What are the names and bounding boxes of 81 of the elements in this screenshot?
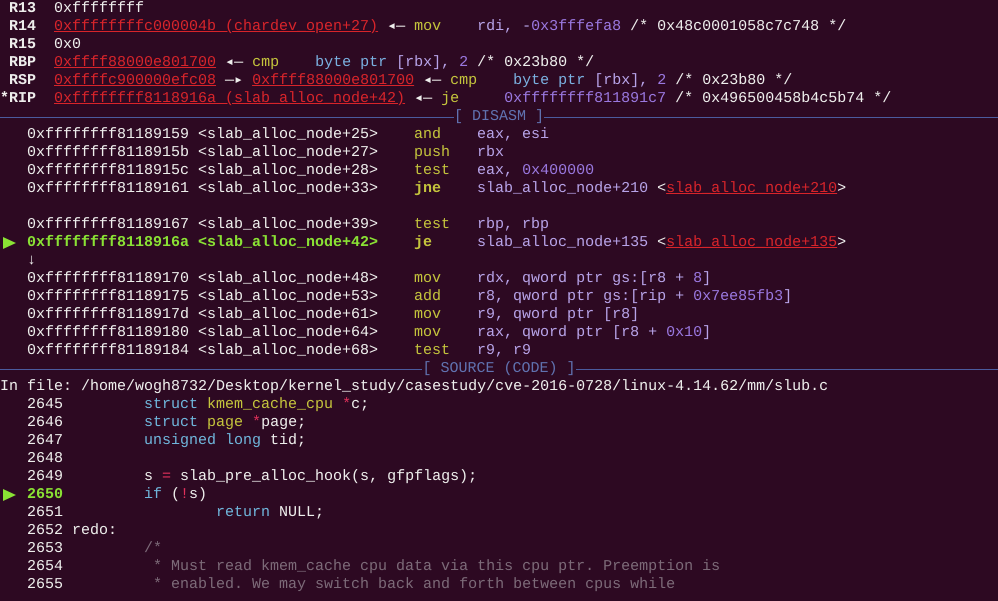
instruction-address: 0xffffffff81189170 — [27, 270, 190, 288]
operands: rax, qword ptr [r8 + 0x10] — [477, 324, 712, 342]
register-value: 0xffff88000e801700 ◂— cmp byte ptr [rbx], 2 /* 0x23b80 */ — [54, 54, 594, 72]
code-line: if (!s) — [143, 486, 208, 504]
operands: slab_alloc_node+135 <slab_alloc_node+135> — [477, 234, 846, 252]
register-value: 0xffffffff — [54, 0, 144, 18]
operands: rdx, qword ptr gs:[r8 + 8] — [477, 270, 712, 288]
register-value: 0xffffffffc000004b (chardev_open+27) ◂— mov rdi, -0x3fffefa8 /* 0x48c0001058c7c748 */ — [54, 18, 846, 36]
instruction-address: 0xffffffff81189180 — [27, 324, 190, 342]
operands: rbx — [477, 144, 504, 162]
symbol-offset: <slab_alloc_node+64> — [198, 324, 380, 342]
operands: eax, 0x400000 — [477, 162, 594, 180]
code-line: s = slab_pre_alloc_hook(s, gfpflags); — [143, 468, 478, 486]
mnemonic: jne — [414, 180, 442, 198]
mnemonic: test — [414, 162, 452, 180]
symbol-offset: <slab_alloc_node+68> — [198, 342, 380, 360]
line-number: 2654 — [27, 558, 63, 576]
symbol-offset: <slab_alloc_node+28> — [198, 162, 380, 180]
mnemonic: and — [414, 126, 442, 144]
file-path: In file: /home/wogh8732/Desktop/kernel_study/casestudy/cve-2016-0728/linux-4.14.62/mm/slub.c — [0, 378, 828, 396]
instruction-address: 0xffffffff8118915b — [27, 144, 190, 162]
mnemonic: mov — [414, 306, 442, 324]
mnemonic: test — [414, 342, 452, 360]
operands: rbp, rbp — [477, 216, 550, 234]
register-value: 0xffffc900000efc08 —▸ 0xffff88000e801700 ◂— cmp byte ptr [rbx], 2 /* 0x23b80 */ — [54, 72, 792, 90]
line-number: 2651 — [27, 504, 63, 522]
mnemonic: je — [414, 234, 434, 252]
symbol-offset: <slab_alloc_node+53> — [198, 288, 380, 306]
code-line: struct kmem_cache_cpu *c; — [143, 396, 370, 414]
line-number: 2648 — [27, 450, 63, 468]
code-line: /* — [143, 540, 162, 558]
symbol-offset: <slab_alloc_node+39> — [198, 216, 380, 234]
register-name: R13 — [8, 0, 36, 18]
code-line: struct page *page; — [143, 414, 306, 432]
instruction-address: 0xffffffff8118916a — [27, 234, 190, 252]
instruction-address: 0xffffffff81189184 — [27, 342, 190, 360]
symbol-offset: <slab_alloc_node+42> — [198, 234, 380, 252]
mnemonic: mov — [414, 270, 442, 288]
register-name: RSP — [8, 72, 36, 90]
operands: eax, esi — [477, 126, 550, 144]
register-value: 0x0 — [54, 36, 82, 54]
instruction-address: 0xffffffff81189175 — [27, 288, 190, 306]
operands: slab_alloc_node+210 <slab_alloc_node+210> — [477, 180, 846, 198]
instruction-address: 0xffffffff8118917d — [27, 306, 190, 324]
register-name: RBP — [8, 54, 36, 72]
section-title: [ DISASM ] — [454, 108, 544, 126]
operands: r9, qword ptr [r8] — [477, 306, 640, 324]
symbol-offset: <slab_alloc_node+25> — [198, 126, 380, 144]
mnemonic: push — [414, 144, 452, 162]
code-line: * enabled. We may switch back and forth between cpus while — [152, 576, 676, 594]
line-number: 2647 — [27, 432, 63, 450]
line-number: 2655 — [27, 576, 63, 594]
instruction-address: 0xffffffff8118915c — [27, 162, 190, 180]
line-number: 2650 — [27, 486, 63, 504]
register-name: *RIP — [0, 90, 36, 108]
instruction-address: 0xffffffff81189159 — [27, 126, 190, 144]
section-title: [ SOURCE (CODE) ] — [422, 360, 576, 378]
symbol-offset: <slab_alloc_node+48> — [198, 270, 380, 288]
line-number: 2653 — [27, 540, 63, 558]
symbol-offset: <slab_alloc_node+61> — [198, 306, 380, 324]
code-line: unsigned long tid; — [143, 432, 306, 450]
line-number: 2645 — [27, 396, 63, 414]
branch-arrow: ↓ — [27, 252, 36, 270]
symbol-offset: <slab_alloc_node+33> — [198, 180, 380, 198]
code-line: * Must read kmem_cache cpu data via this cpu ptr. Preemption is — [152, 558, 720, 576]
code-line: return NULL; — [215, 504, 324, 522]
register-name: R14 — [8, 18, 36, 36]
instruction-address: 0xffffffff81189167 — [27, 216, 190, 234]
line-number: 2649 — [27, 468, 63, 486]
mnemonic: test — [414, 216, 452, 234]
operands: r8, qword ptr gs:[rip + 0x7ee85fb3] — [477, 288, 792, 306]
symbol-offset: <slab_alloc_node+27> — [198, 144, 380, 162]
mnemonic: add — [414, 288, 442, 306]
line-number: 2652 — [27, 522, 63, 540]
register-value: 0xffffffff8118916a (slab_alloc_node+42) ◂— je 0xffffffff811891c7 /* 0x496500458b4c5b74 */ — [54, 90, 892, 108]
operands: r9, r9 — [477, 342, 532, 360]
register-name: R15 — [8, 36, 36, 54]
instruction-address: 0xffffffff81189161 — [27, 180, 190, 198]
code-line: redo: — [72, 522, 118, 540]
mnemonic: mov — [414, 324, 442, 342]
line-number: 2646 — [27, 414, 63, 432]
